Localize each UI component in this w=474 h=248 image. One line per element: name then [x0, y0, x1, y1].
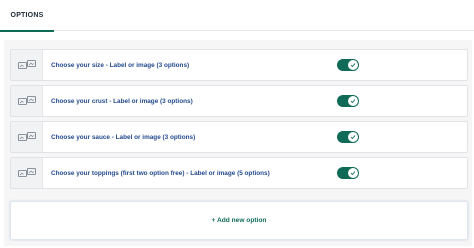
option-label[interactable]: Choose your size - Label or image (3 opt… — [51, 62, 467, 69]
tab-options[interactable]: OPTIONS — [0, 0, 54, 32]
option-row-toppings[interactable]: Choose your toppings (first two option f… — [10, 157, 468, 189]
option-label[interactable]: Choose your toppings (first two option f… — [51, 170, 467, 177]
enable-toggle[interactable] — [337, 131, 359, 143]
option-name: Choose your size — [51, 61, 104, 69]
options-panel: Choose your size - Label or image (3 opt… — [4, 40, 472, 246]
option-row-sauce[interactable]: Choose your sauce - Label or image (3 op… — [10, 121, 468, 153]
option-name: Choose your crust — [51, 97, 108, 105]
image-placeholder-icon — [11, 50, 43, 80]
enable-toggle[interactable] — [337, 167, 359, 179]
enable-toggle[interactable] — [337, 95, 359, 107]
option-detail: Label or image (3 options) — [115, 133, 196, 141]
tab-options-label: OPTIONS — [10, 12, 44, 19]
option-detail: Label or image (3 options) — [113, 97, 193, 105]
option-detail: Label or image (3 options) — [109, 61, 190, 69]
enable-toggle[interactable] — [337, 59, 359, 71]
tab-bar: OPTIONS — [0, 0, 474, 32]
option-detail: Label or image (5 options) — [190, 169, 270, 177]
check-icon — [348, 168, 358, 178]
option-name: Choose your sauce — [51, 133, 110, 141]
image-placeholder-icon — [11, 122, 43, 152]
option-label[interactable]: Choose your sauce - Label or image (3 op… — [51, 134, 467, 141]
option-row-size[interactable]: Choose your size - Label or image (3 opt… — [10, 49, 468, 81]
add-new-option-button[interactable]: + Add new option — [10, 201, 468, 240]
option-row-crust[interactable]: Choose your crust - Label or image (3 op… — [10, 85, 468, 117]
check-icon — [348, 96, 358, 106]
option-name: Choose your toppings (first two option f… — [51, 169, 185, 177]
check-icon — [348, 132, 358, 142]
image-placeholder-icon — [11, 158, 43, 188]
add-new-option-label: + Add new option — [211, 217, 267, 224]
image-placeholder-icon — [11, 86, 43, 116]
check-icon — [348, 60, 358, 70]
option-label[interactable]: Choose your crust - Label or image (3 op… — [51, 98, 467, 105]
active-tab-indicator — [0, 30, 54, 32]
